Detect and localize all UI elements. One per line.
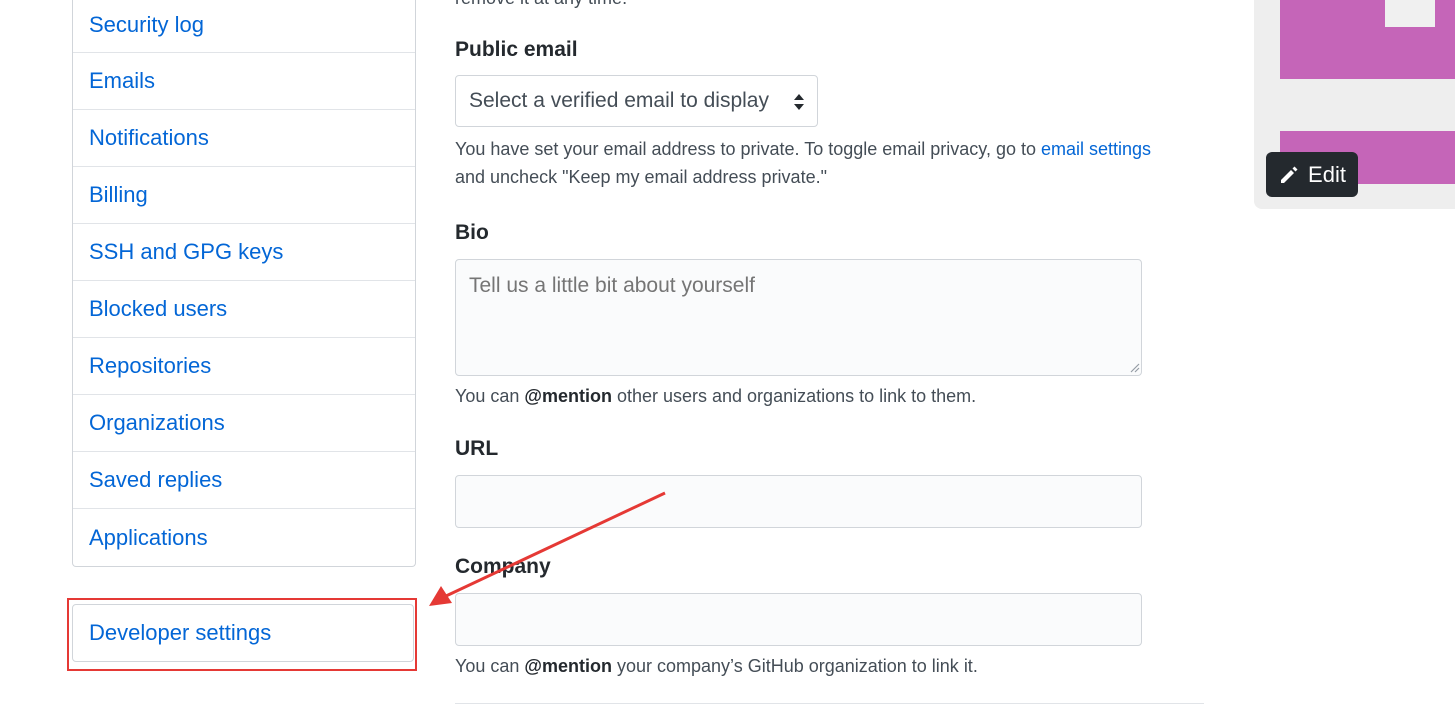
- sidebar-item-ssh-gpg-keys[interactable]: SSH and GPG keys: [73, 224, 415, 281]
- bio-note: You can @mention other users and organiz…: [455, 382, 976, 410]
- pencil-icon: [1281, 166, 1298, 183]
- public-email-note-text: You have set your email address to priva…: [455, 139, 1041, 159]
- resize-grip-icon[interactable]: [1128, 361, 1140, 373]
- avatar-image-gap: [1385, 0, 1435, 27]
- sidebar-item-saved-replies[interactable]: Saved replies: [73, 452, 415, 509]
- bio-textarea[interactable]: [455, 259, 1142, 376]
- company-note-suffix: your company’s GitHub organization to li…: [611, 656, 978, 676]
- edit-avatar-button[interactable]: Edit: [1266, 152, 1358, 197]
- truncated-help-text: remove it at any time.: [455, 0, 627, 9]
- public-email-label: Public email: [455, 38, 578, 61]
- sidebar-item-security-log[interactable]: Security log: [73, 0, 415, 53]
- company-label: Company: [455, 555, 551, 578]
- select-arrows-icon: [793, 93, 805, 111]
- public-email-note: You have set your email address to priva…: [455, 135, 1215, 191]
- sidebar-item-notifications[interactable]: Notifications: [73, 110, 415, 167]
- company-note-prefix: You can: [455, 656, 525, 676]
- company-input[interactable]: [455, 593, 1142, 646]
- bio-note-suffix: other users and organizations to link to…: [611, 386, 977, 406]
- bio-note-prefix: You can: [455, 386, 525, 406]
- sidebar-item-billing[interactable]: Billing: [73, 167, 415, 224]
- public-email-select[interactable]: Select a verified email to display: [455, 75, 818, 127]
- sidebar-item-applications[interactable]: Applications: [73, 509, 415, 566]
- public-email-note-text-2: and uncheck "Keep my email address priva…: [455, 167, 827, 187]
- public-email-selected-value: Select a verified email to display: [469, 89, 769, 112]
- url-label: URL: [455, 437, 499, 460]
- url-input[interactable]: [455, 475, 1142, 528]
- bio-label: Bio: [455, 221, 489, 244]
- settings-sidebar-menu: Security log Emails Notifications Billin…: [72, 0, 416, 567]
- form-divider: [455, 703, 1204, 704]
- sidebar-item-repositories[interactable]: Repositories: [73, 338, 415, 395]
- edit-avatar-label: Edit: [1308, 161, 1346, 187]
- email-settings-link[interactable]: email settings: [1041, 139, 1151, 159]
- company-note: You can @mention your company’s GitHub o…: [455, 652, 978, 680]
- company-note-mention: @mention: [524, 656, 612, 676]
- bio-note-mention: @mention: [524, 386, 612, 406]
- sidebar-item-organizations[interactable]: Organizations: [73, 395, 415, 452]
- sidebar-item-developer-settings[interactable]: Developer settings: [72, 604, 414, 662]
- sidebar-item-emails[interactable]: Emails: [73, 53, 415, 110]
- sidebar-item-blocked-users[interactable]: Blocked users: [73, 281, 415, 338]
